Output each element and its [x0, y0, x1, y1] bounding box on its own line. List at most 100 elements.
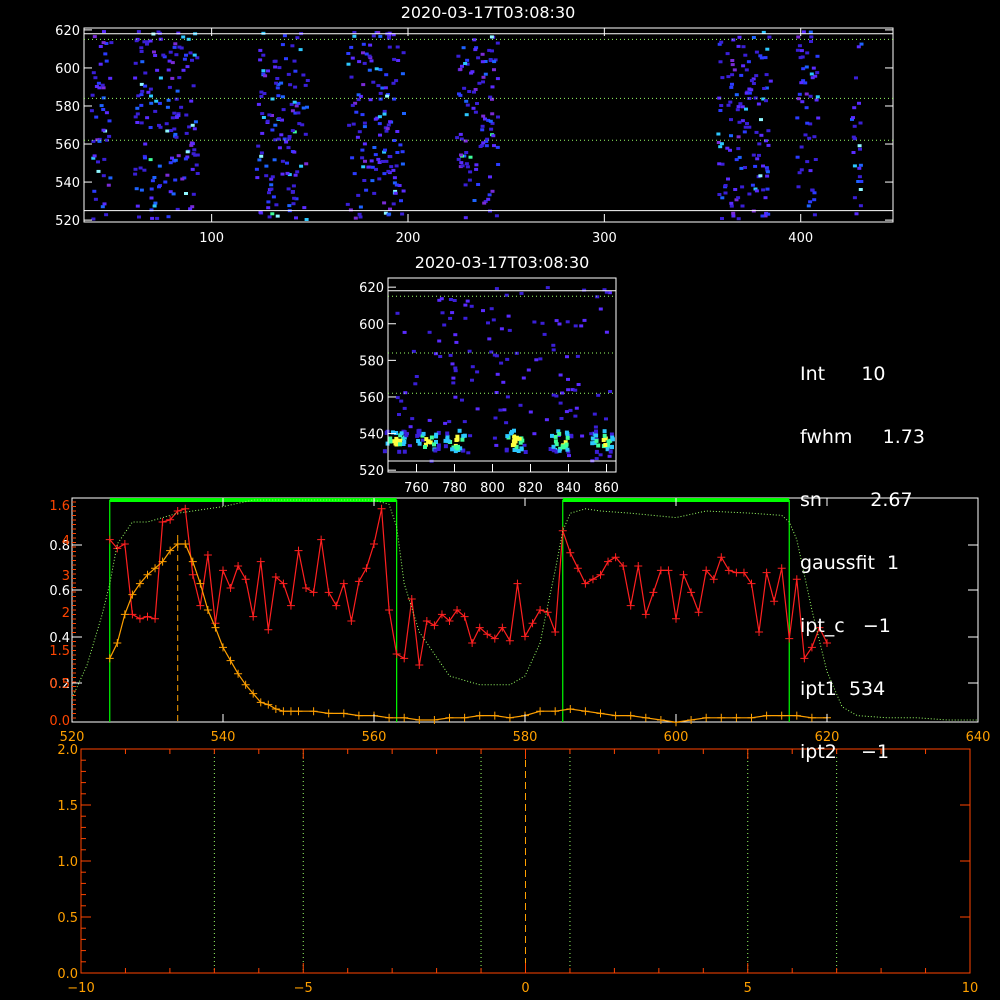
top-heatmap-cell	[734, 158, 739, 162]
top-heatmap-cell	[361, 165, 366, 169]
top-heatmap-cell	[149, 94, 153, 98]
orange-series-point	[475, 711, 484, 720]
middle-ytick-label: 540	[359, 428, 384, 443]
top-heatmap-cell	[476, 183, 481, 186]
top-heatmap-cell	[275, 77, 280, 80]
middle-bright-cell	[398, 438, 403, 443]
top-heatmap-cell	[744, 107, 748, 111]
middle-heatmap-cell	[492, 436, 497, 440]
top-heatmap-cell	[400, 212, 405, 216]
top-heatmap-cell	[135, 121, 140, 124]
orange-series-point	[271, 705, 280, 713]
top-heatmap-cell	[297, 122, 302, 126]
top-heatmap-cell	[467, 178, 472, 182]
middle-heatmap-cell	[576, 383, 581, 386]
middle-heatmap-cell	[504, 421, 509, 425]
middle-bright-cell	[560, 444, 565, 449]
red-series-point	[528, 619, 537, 628]
top-heatmap-cell	[293, 173, 298, 177]
top-heatmap-cell	[192, 127, 197, 131]
top-heatmap-cell	[295, 170, 300, 174]
top-heatmap-cell	[190, 58, 194, 62]
top-heatmap-cell	[282, 34, 287, 38]
top-heatmap-cell	[377, 177, 382, 181]
middle-bright-cell	[516, 449, 521, 453]
top-heatmap-cell	[463, 183, 468, 187]
profile-red-label: 2	[62, 606, 70, 621]
middle-heatmap-cell	[402, 330, 407, 334]
top-heatmap-cell	[402, 112, 406, 115]
top-heatmap-cell	[357, 60, 362, 64]
top-heatmap-cell	[475, 102, 479, 105]
middle-heatmap-cell	[489, 307, 494, 311]
middle-bright-cell	[564, 442, 569, 447]
red-series-point	[241, 575, 250, 584]
top-ytick-label: 580	[55, 100, 80, 115]
middle-heatmap-cell	[579, 324, 584, 328]
top-heatmap-cell	[473, 48, 478, 52]
top-heatmap-cell	[490, 112, 495, 116]
top-heatmap-cell	[477, 81, 482, 85]
top-heatmap-cell	[157, 164, 162, 168]
top-heatmap-cell	[380, 86, 385, 90]
middle-heatmap-cell	[451, 381, 456, 385]
top-heatmap-cell	[479, 144, 484, 147]
red-series-point	[128, 610, 137, 619]
middle-bright-cell	[455, 446, 460, 451]
top-heatmap-cell	[459, 153, 463, 157]
top-heatmap-cell	[299, 164, 304, 168]
top-heatmap-cell	[155, 216, 160, 220]
middle-heatmap-cell	[475, 370, 480, 374]
top-heatmap-cell	[377, 115, 382, 119]
top-heatmap-cell	[857, 175, 862, 179]
middle-bright-cell	[550, 433, 554, 438]
top-heatmap-cell	[483, 72, 488, 76]
top-heatmap-cell	[737, 120, 742, 124]
orange-series-point	[656, 716, 665, 724]
top-heatmap-cell	[480, 124, 485, 128]
top-heatmap-cell	[172, 127, 177, 131]
middle-heatmap-cell	[414, 375, 419, 378]
top-heatmap-cell	[298, 48, 303, 52]
top-heatmap-cell	[764, 99, 768, 103]
top-heatmap-cell	[810, 188, 815, 192]
middle-ytick-label: 620	[359, 281, 384, 296]
top-heatmap-cell	[852, 196, 857, 200]
top-heatmap-cell	[185, 150, 190, 154]
top-heatmap-cell	[718, 60, 723, 64]
red-series-point	[370, 540, 378, 548]
middle-bright-cell	[557, 431, 562, 436]
top-heatmap-cell	[291, 202, 296, 206]
bottom-xtick-label: 10	[962, 981, 979, 996]
top-heatmap-cell	[98, 45, 103, 48]
top-heatmap-cell	[261, 53, 266, 57]
top-heatmap-cell	[94, 115, 99, 119]
middle-heatmap-cell	[518, 403, 523, 407]
top-heatmap-cell	[272, 158, 277, 162]
top-heatmap-cell	[751, 36, 756, 39]
top-heatmap-cell	[761, 188, 766, 192]
red-series-point	[385, 606, 394, 614]
middle-bright-cell	[553, 439, 558, 444]
top-heatmap-cell	[101, 128, 106, 132]
top-heatmap-cell	[386, 169, 391, 173]
red-series-point	[317, 535, 326, 544]
top-heatmap-cell	[134, 187, 139, 191]
top-heatmap-cell	[184, 113, 189, 117]
middle-bright-cell	[553, 434, 558, 439]
top-heatmap-cell	[808, 200, 813, 204]
middle-heatmap-cell	[551, 348, 556, 352]
top-heatmap-cell	[816, 116, 821, 120]
top-heatmap-cell	[155, 68, 160, 72]
top-heatmap-cell	[293, 69, 298, 73]
top-heatmap-cell	[481, 80, 485, 84]
top-heatmap-cell	[458, 67, 463, 71]
profile-xtick-label: 600	[664, 730, 689, 745]
orange-series-point	[400, 713, 409, 722]
top-heatmap-cell	[263, 74, 268, 78]
top-heatmap-cell	[139, 46, 144, 50]
top-heatmap-cell	[133, 167, 138, 171]
top-heatmap-cell	[810, 76, 815, 80]
top-heatmap-cell	[96, 160, 100, 164]
top-heatmap-cell	[99, 104, 104, 108]
